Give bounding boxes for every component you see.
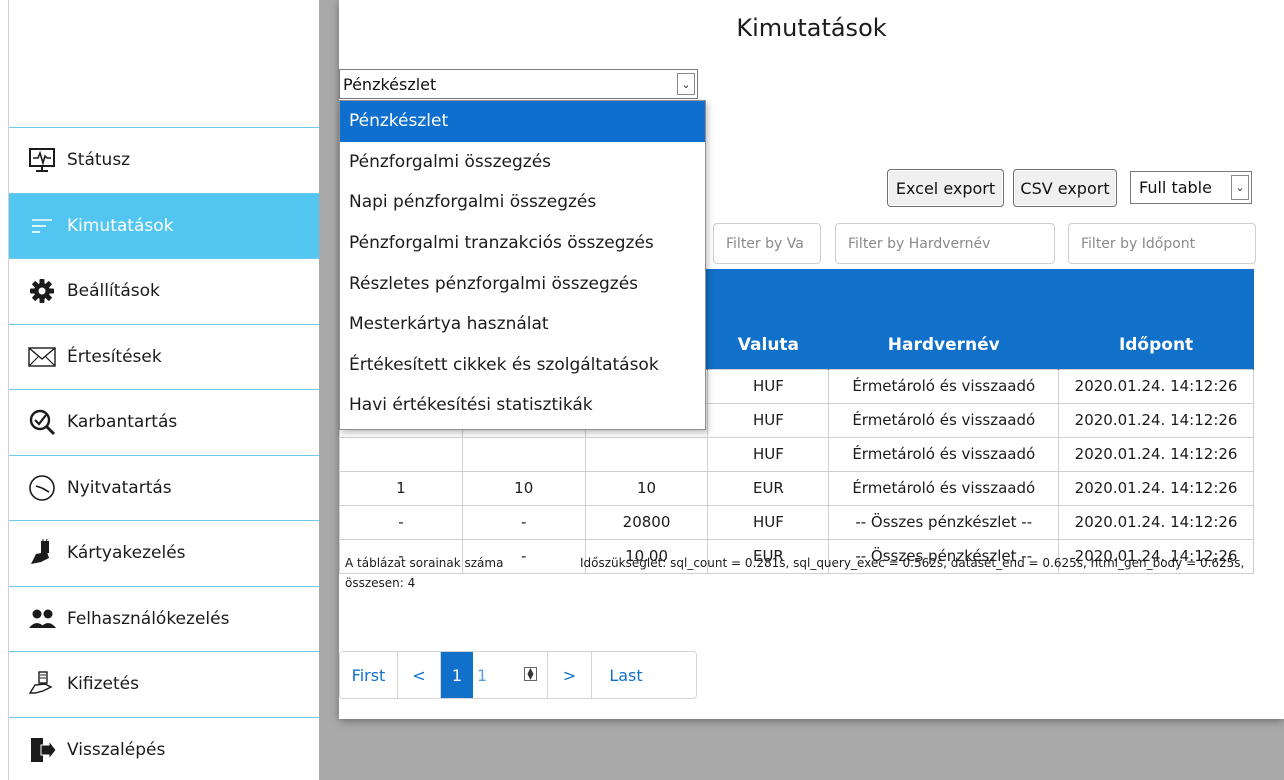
prev-page-button[interactable]: < xyxy=(398,652,441,698)
table-cell: - xyxy=(339,504,463,540)
sidebar-item-logout[interactable]: Visszalépés xyxy=(9,718,319,780)
column-header-hardware[interactable]: Hardvernév xyxy=(828,269,1060,369)
page-number-input[interactable]: 1 ▲ ▼ xyxy=(473,652,548,698)
table-cell: 2020.01.24. 14:12:26 xyxy=(1058,504,1254,540)
table-cell: 2020.01.24. 14:12:26 xyxy=(1058,470,1254,506)
table-cell: - xyxy=(461,504,586,540)
sidebar-item-maintenance[interactable]: Karbantartás xyxy=(9,390,319,456)
column-header-timestamp[interactable]: Időpont xyxy=(1058,269,1254,369)
monitor-pulse-icon xyxy=(25,143,59,177)
dropdown-option[interactable]: Pénzforgalmi tranzakciós összegzés xyxy=(340,223,705,264)
table-cell xyxy=(461,436,586,472)
sidebar-item-card-management[interactable]: Kártyakezelés xyxy=(9,521,319,587)
table-cell: HUF xyxy=(707,402,830,438)
excel-export-button[interactable]: Excel export xyxy=(887,169,1004,207)
sidebar-item-label: Státusz xyxy=(67,150,131,171)
sidebar-header xyxy=(9,0,319,128)
table-cell: 10 xyxy=(461,470,586,506)
users-icon xyxy=(25,602,59,636)
table-row: 1 10 10 EUR Érmetároló és visszaadó 2020… xyxy=(339,470,1254,506)
sidebar-item-reports[interactable]: Kimutatások xyxy=(9,193,319,259)
sidebar-item-label: Beállítások xyxy=(67,281,160,302)
chevron-down-icon[interactable]: ⌄ xyxy=(677,73,695,95)
report-select-value: Pénzkészlet xyxy=(343,74,437,94)
report-select-dropdown: Pénzkészlet Pénzforgalmi összegzés Napi … xyxy=(339,100,706,430)
row-count-text: A táblázat sorainak száma összesen: 4 xyxy=(345,556,504,590)
table-row: HUF Érmetároló és visszaadó 2020.01.24. … xyxy=(339,436,1254,472)
table-cell: 10 xyxy=(584,470,709,506)
filter-valuta-input[interactable] xyxy=(713,223,821,264)
table-cell: HUF xyxy=(707,436,830,472)
page-title: Kimutatások xyxy=(736,14,887,42)
envelope-icon xyxy=(25,340,59,374)
next-page-button[interactable]: > xyxy=(548,652,592,698)
sidebar-item-label: Kimutatások xyxy=(67,215,174,236)
sidebar-item-status[interactable]: Státusz xyxy=(9,128,319,194)
sidebar-item-label: Értesítések xyxy=(67,346,162,367)
table-mode-select[interactable]: Full table ⌄ xyxy=(1130,171,1252,204)
table-cell xyxy=(339,436,463,472)
sidebar-item-user-management[interactable]: Felhasználókezelés xyxy=(9,587,319,652)
dropdown-option[interactable]: Mesterkártya használat xyxy=(340,304,705,345)
sidebar-item-label: Kártyakezelés xyxy=(67,543,186,564)
table-cell: 20800 xyxy=(584,504,709,540)
first-page-button[interactable]: First xyxy=(340,652,398,698)
gear-icon xyxy=(25,274,59,308)
column-header-valuta[interactable]: Valuta xyxy=(707,269,830,369)
table-row: - - 20800 HUF -- Összes pénzkészlet -- 2… xyxy=(339,504,1254,540)
chevron-down-icon[interactable]: ⌄ xyxy=(1231,175,1249,200)
table-cell: 2020.01.24. 14:12:26 xyxy=(1058,368,1254,404)
search-check-icon xyxy=(25,405,59,439)
sidebar-item-label: Karbantartás xyxy=(67,412,178,433)
table-cell: Érmetároló és visszaadó xyxy=(828,470,1060,506)
filter-timestamp-input[interactable] xyxy=(1068,223,1256,264)
sidebar-item-notifications[interactable]: Értesítések xyxy=(9,325,319,390)
cash-hand-icon xyxy=(25,667,59,701)
logout-icon xyxy=(25,733,59,767)
pagination: First < 1 1 ▲ ▼ > Last xyxy=(339,651,697,699)
table-mode-value: Full table xyxy=(1139,178,1212,197)
sidebar-item-settings[interactable]: Beállítások xyxy=(9,259,319,325)
sidebar-item-payout[interactable]: Kifizetés xyxy=(9,652,319,718)
current-page-button[interactable]: 1 xyxy=(441,652,473,698)
table-cell: -- Összes pénzkészlet -- xyxy=(828,504,1060,540)
dropdown-option[interactable]: Pénzkészlet xyxy=(340,101,705,142)
table-cell: HUF xyxy=(707,504,830,540)
list-lines-icon xyxy=(25,209,59,243)
table-cell: EUR xyxy=(707,470,830,506)
table-cell: 1 xyxy=(339,470,463,506)
table-cell: Érmetároló és visszaadó xyxy=(828,368,1060,404)
main-panel: Kimutatások Pénzkészlet ⌄ Pénzkészlet Pé… xyxy=(339,0,1284,719)
sidebar-item-label: Felhasználókezelés xyxy=(67,608,230,629)
dropdown-option[interactable]: Pénzforgalmi összegzés xyxy=(340,142,705,183)
sidebar: Státusz Kimutatások Beállítások Értesíté… xyxy=(9,0,319,780)
dropdown-option[interactable]: Napi pénzforgalmi összegzés xyxy=(340,182,705,223)
sidebar-item-label: Visszalépés xyxy=(67,740,166,761)
table-cell: 2020.01.24. 14:12:26 xyxy=(1058,402,1254,438)
dropdown-option[interactable]: Részletes pénzforgalmi összegzés xyxy=(340,263,705,304)
csv-export-button[interactable]: CSV export xyxy=(1013,169,1117,207)
card-hand-icon xyxy=(25,536,59,570)
table-cell: Érmetároló és visszaadó xyxy=(828,436,1060,472)
sidebar-item-opening-hours[interactable]: Nyitvatartás xyxy=(9,456,319,521)
table-cell: 2020.01.24. 14:12:26 xyxy=(1058,436,1254,472)
filter-hardware-input[interactable] xyxy=(835,223,1055,264)
spinner-icon[interactable]: ▲ ▼ xyxy=(524,667,537,681)
clock-icon xyxy=(25,471,59,505)
report-select[interactable]: Pénzkészlet ⌄ xyxy=(339,69,698,99)
last-page-button[interactable]: Last xyxy=(592,652,660,698)
page-number-value: 1 xyxy=(477,665,488,685)
table-cell: HUF xyxy=(707,368,830,404)
timing-text: Időszükséglet: sql_count = 0.281s, sql_q… xyxy=(580,556,1245,570)
sidebar-item-label: Kifizetés xyxy=(67,674,139,695)
dropdown-option[interactable]: Értékesített cikkek és szolgáltatások xyxy=(340,345,705,386)
sidebar-item-label: Nyitvatartás xyxy=(67,477,172,498)
window-left-edge xyxy=(0,0,9,780)
dropdown-option[interactable]: Havi értékesítési statisztikák xyxy=(340,385,705,426)
table-cell: Érmetároló és visszaadó xyxy=(828,402,1060,438)
table-cell xyxy=(584,436,709,472)
